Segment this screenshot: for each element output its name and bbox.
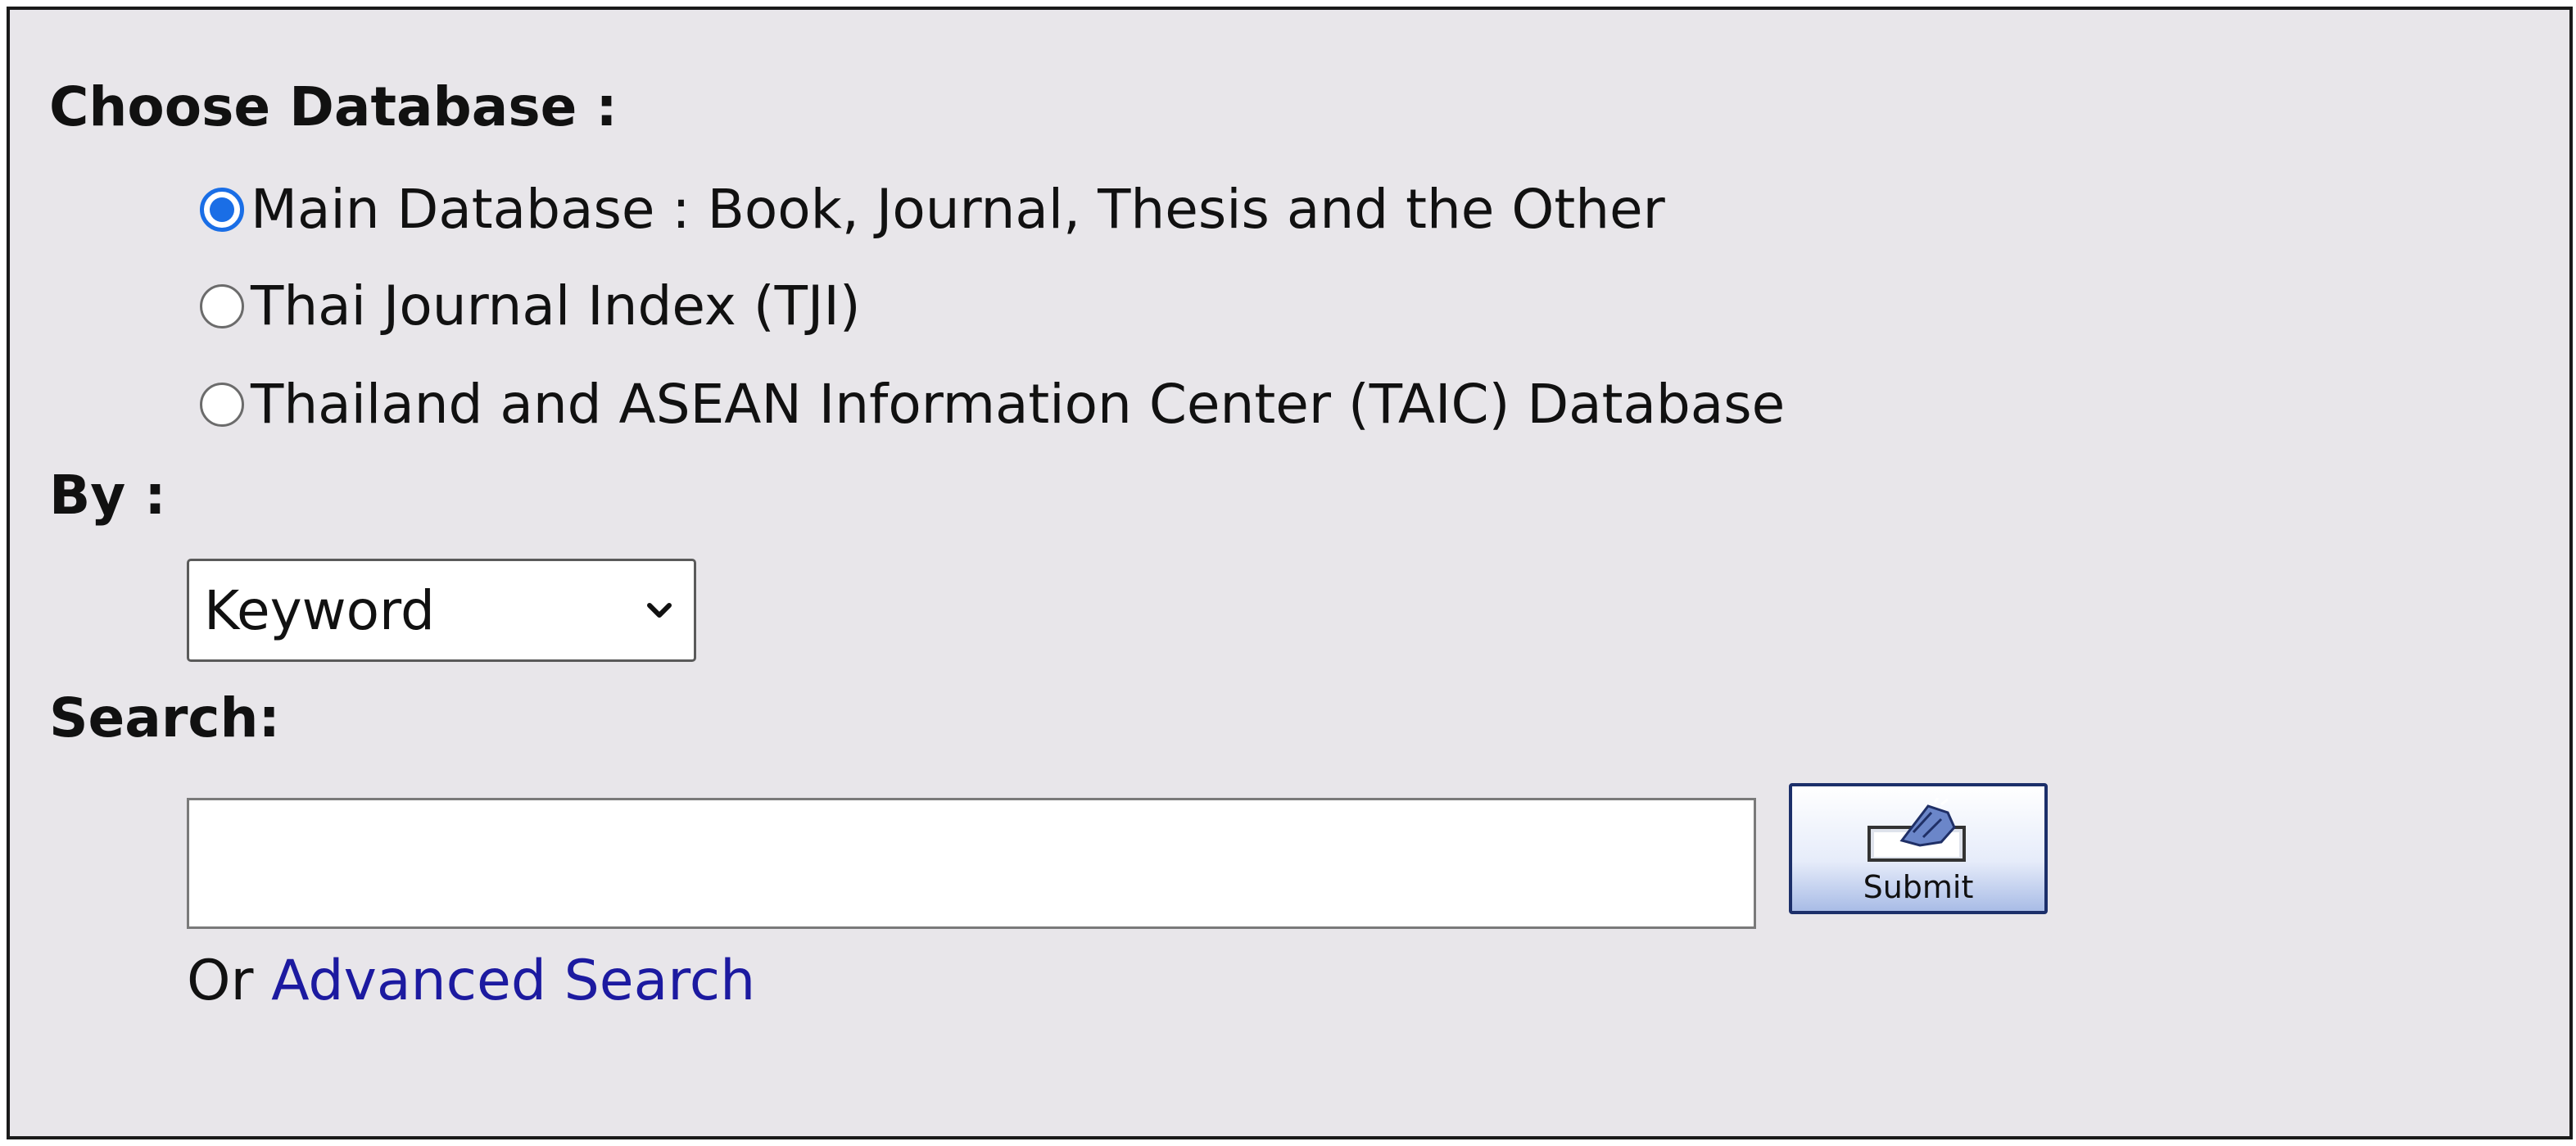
radio-button-taic-database[interactable] <box>200 383 244 427</box>
radio-option-taic-database[interactable]: Thailand and ASEAN Information Center (T… <box>200 372 1785 437</box>
search-input[interactable] <box>187 798 1756 929</box>
search-panel: Choose Database : Main Database : Book, … <box>7 7 2573 1139</box>
submit-hand-icon <box>1867 798 1966 862</box>
radio-label-thai-journal-index[interactable]: Thai Journal Index (TJI) <box>251 279 861 333</box>
radio-label-main-database[interactable]: Main Database : Book, Journal, Thesis an… <box>251 183 1665 237</box>
radio-label-taic-database[interactable]: Thailand and ASEAN Information Center (T… <box>251 378 1785 432</box>
search-by-selected-value: Keyword <box>204 578 435 642</box>
by-label: By : <box>49 464 166 527</box>
or-text: Or <box>187 949 272 1013</box>
advanced-search-link[interactable]: Advanced Search <box>271 949 755 1013</box>
radio-button-main-database[interactable] <box>200 188 244 232</box>
advanced-search-row: Or Advanced Search <box>187 953 755 1009</box>
submit-button-label: Submit <box>1863 869 1974 905</box>
radio-option-thai-journal-index[interactable]: Thai Journal Index (TJI) <box>200 274 861 339</box>
radio-button-thai-journal-index[interactable] <box>200 284 244 328</box>
radio-option-main-database[interactable]: Main Database : Book, Journal, Thesis an… <box>200 177 1665 242</box>
search-by-select[interactable]: Keyword <box>187 559 696 662</box>
submit-button[interactable]: Submit <box>1789 783 2048 914</box>
choose-database-label: Choose Database : <box>49 75 618 138</box>
chevron-down-icon <box>647 603 672 618</box>
search-label: Search: <box>49 686 280 750</box>
